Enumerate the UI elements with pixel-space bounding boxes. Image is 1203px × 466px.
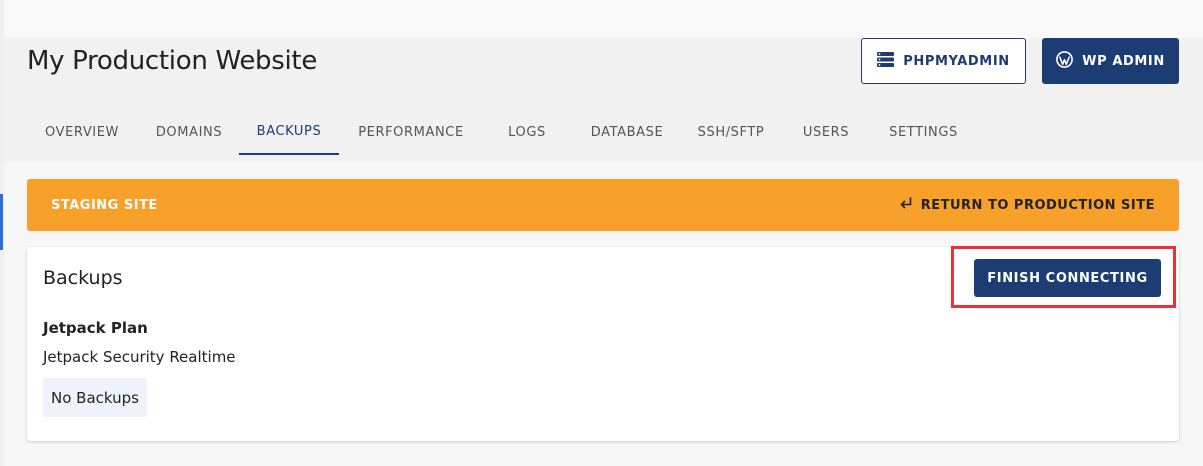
tab-database[interactable]: DATABASE <box>577 110 677 155</box>
backups-card: Backups FINISH CONNECTING Jetpack Plan J… <box>27 246 1179 441</box>
site-header: My Production Website PHPMYADMIN WP ADMI… <box>4 38 1203 162</box>
tab-bar: OVERVIEW DOMAINS BACKUPS PERFORMANCE LOG… <box>4 110 1203 160</box>
tab-domains[interactable]: DOMAINS <box>144 110 234 155</box>
left-accent-bar <box>0 194 3 250</box>
highlight-box: FINISH CONNECTING <box>951 246 1176 308</box>
jetpack-plan-label: Jetpack Plan <box>43 319 148 337</box>
tab-backups[interactable]: BACKUPS <box>239 110 339 155</box>
finish-connecting-button[interactable]: FINISH CONNECTING <box>974 259 1161 297</box>
phpmyadmin-button[interactable]: PHPMYADMIN <box>861 38 1026 84</box>
wordpress-icon <box>1056 50 1074 72</box>
staging-site-label: STAGING SITE <box>51 197 158 213</box>
return-to-production-link[interactable]: RETURN TO PRODUCTION SITE <box>899 196 1155 214</box>
staging-banner: STAGING SITE RETURN TO PRODUCTION SITE <box>27 179 1179 231</box>
tab-overview[interactable]: OVERVIEW <box>27 110 137 155</box>
phpmyadmin-label: PHPMYADMIN <box>903 53 1010 69</box>
database-icon <box>877 51 895 71</box>
backups-title: Backups <box>43 267 123 289</box>
return-link-label: RETURN TO PRODUCTION SITE <box>920 197 1155 213</box>
return-arrow-icon <box>899 196 913 214</box>
tab-users[interactable]: USERS <box>786 110 866 155</box>
wp-admin-label: WP ADMIN <box>1082 53 1165 69</box>
top-strip <box>0 0 1203 38</box>
no-backups-badge: No Backups <box>43 378 147 417</box>
jetpack-plan-value: Jetpack Security Realtime <box>43 348 236 366</box>
tab-ssh-sftp[interactable]: SSH/SFTP <box>686 110 776 155</box>
page-title: My Production Website <box>27 46 318 76</box>
tab-logs[interactable]: LOGS <box>487 110 567 155</box>
wp-admin-button[interactable]: WP ADMIN <box>1042 38 1179 84</box>
tab-performance[interactable]: PERFORMANCE <box>347 110 475 155</box>
tab-settings[interactable]: SETTINGS <box>876 110 971 155</box>
